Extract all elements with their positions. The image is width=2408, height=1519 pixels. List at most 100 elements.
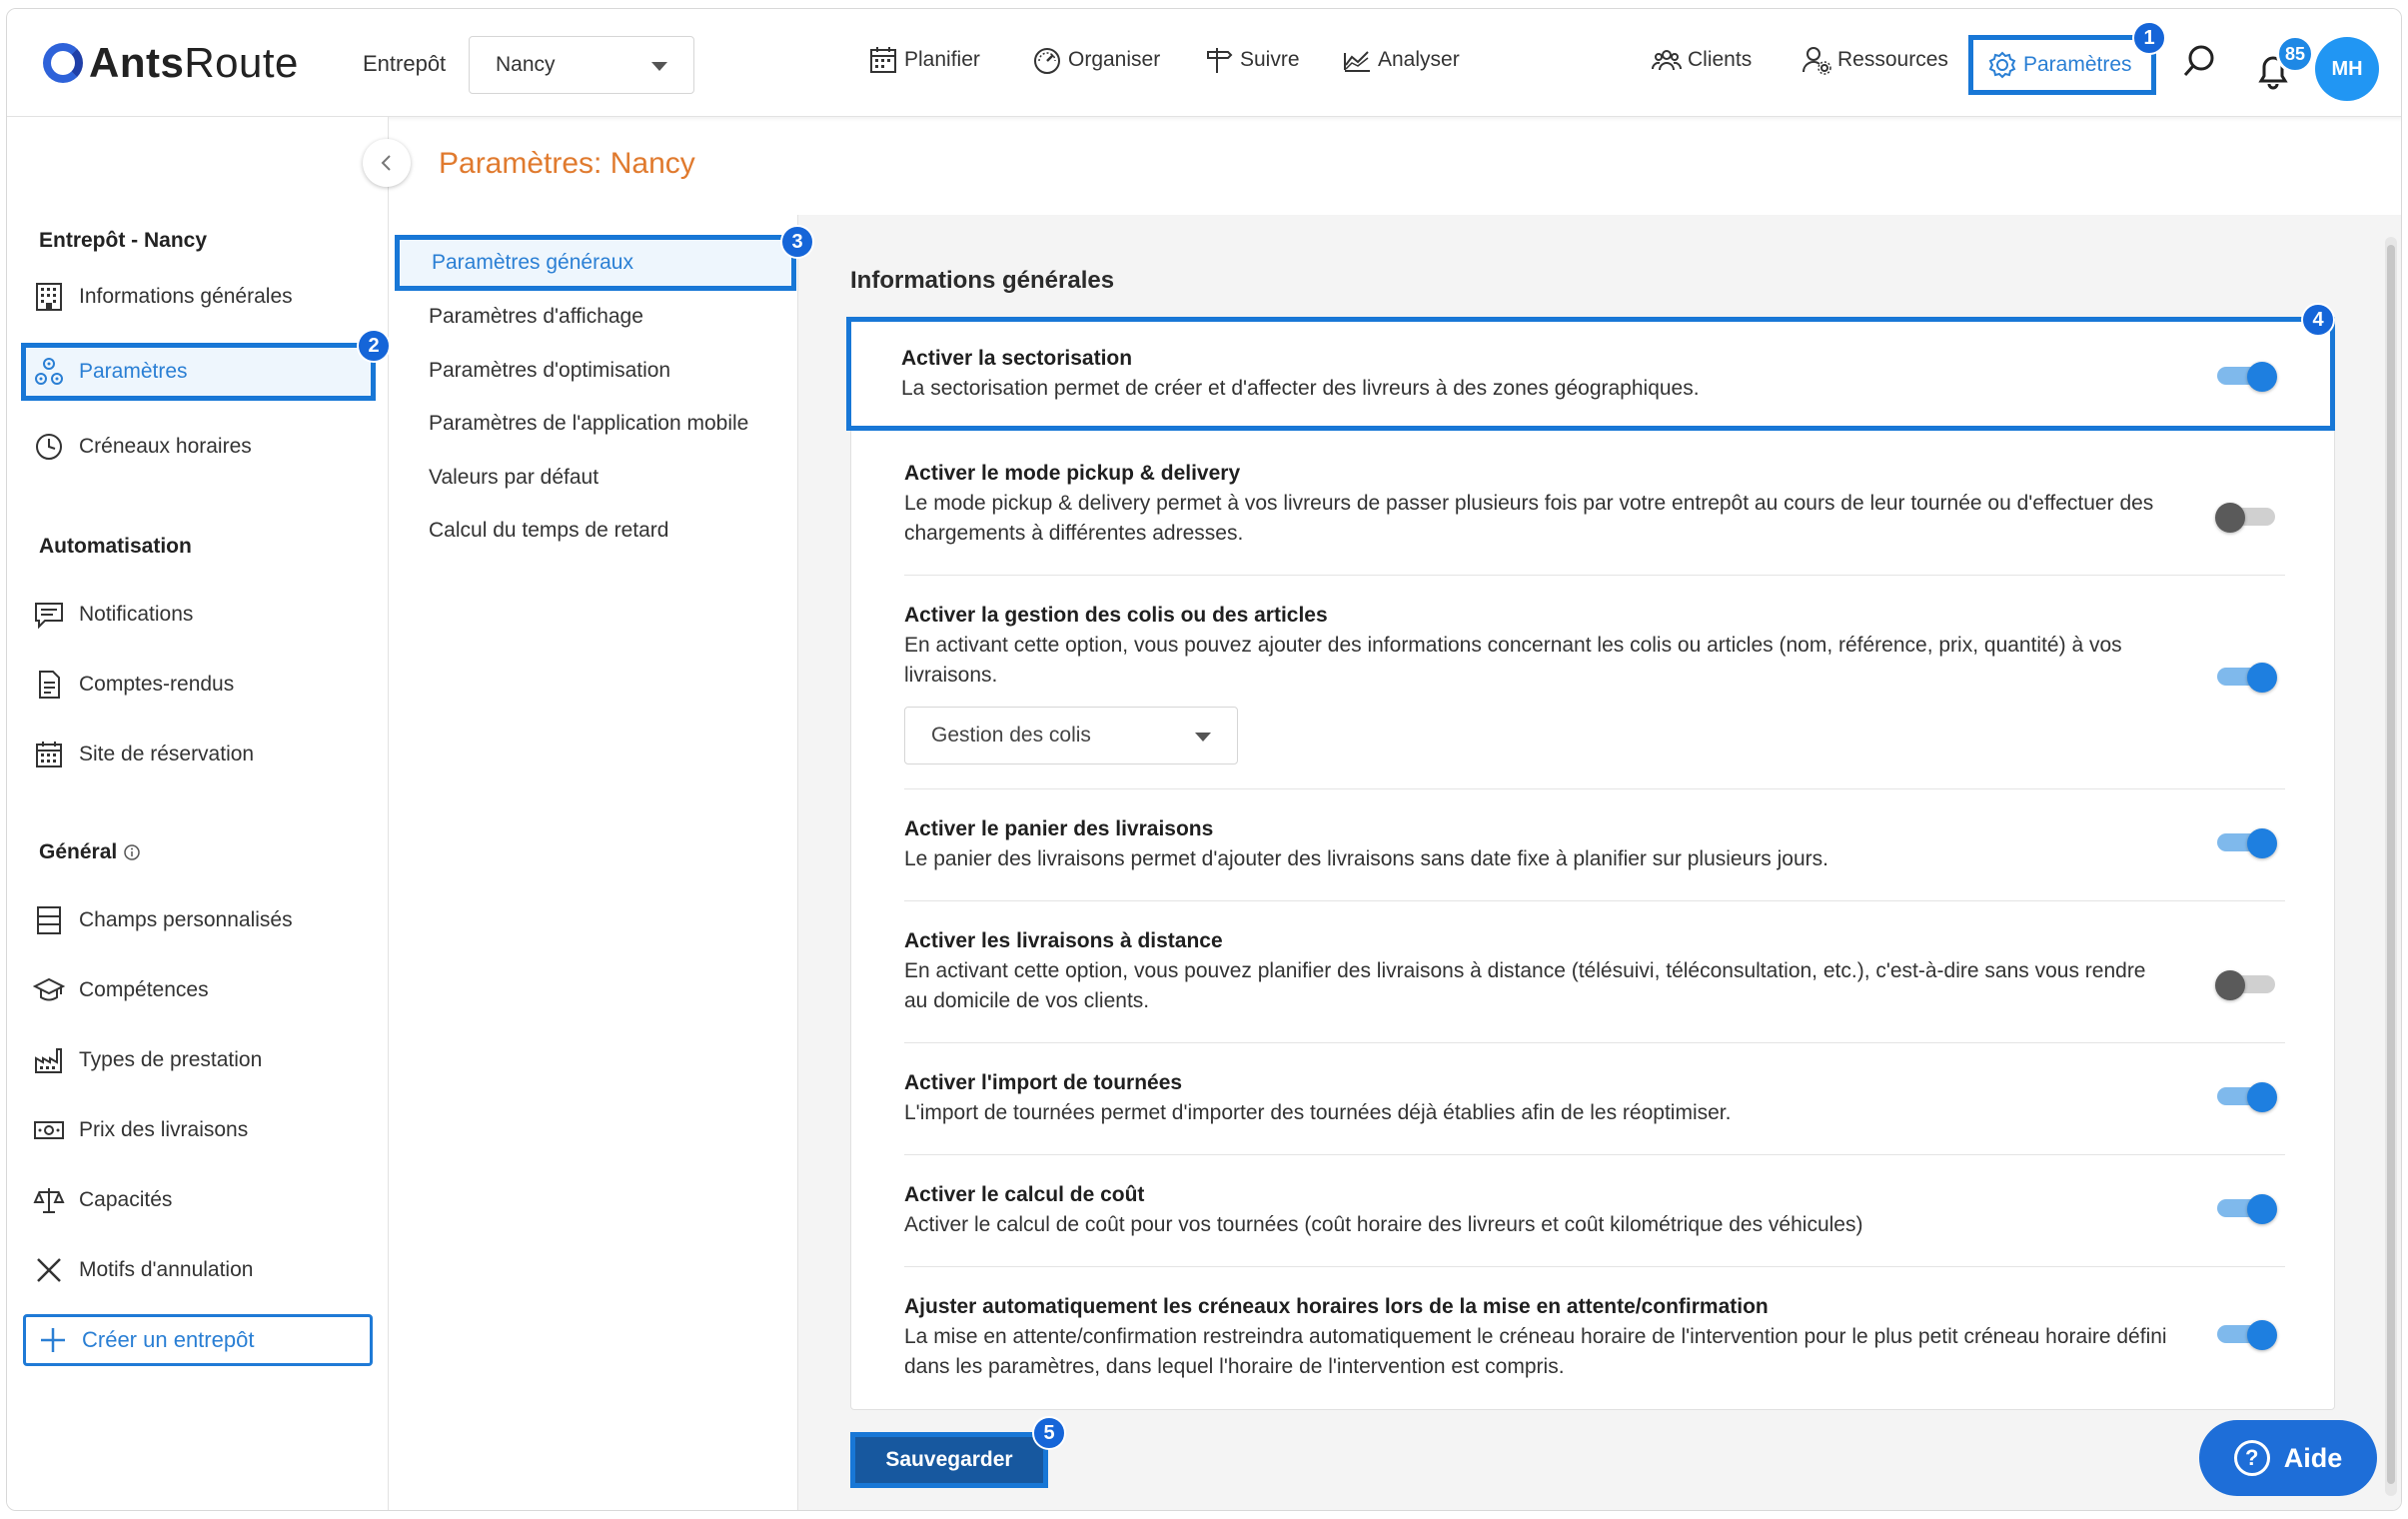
setting-title: Activer les livraisons à distance <box>904 929 1223 952</box>
warehouse-select[interactable]: Nancy <box>469 36 694 94</box>
nav-ressources-label: Ressources <box>1837 48 1948 71</box>
setting-row: Activer les livraisons à distance En act… <box>904 926 2285 1016</box>
settings-menu-item-defaut[interactable]: Valeurs par défaut <box>429 466 599 490</box>
colis-mode-select[interactable]: Gestion des colis <box>904 707 1238 764</box>
nav-organiser[interactable]: Organiser <box>1032 45 1160 75</box>
step-marker-1: 1 <box>2132 21 2166 55</box>
sidebar-item-champs[interactable]: Champs personnalisés <box>33 900 293 940</box>
chevron-down-icon <box>651 62 667 71</box>
create-warehouse-button[interactable]: Créer un entrepôt <box>23 1314 373 1366</box>
row-divider <box>904 1266 2285 1267</box>
cogs-icon <box>35 358 63 385</box>
nav-analyser[interactable]: Analyser <box>1342 45 1460 75</box>
setting-title: Activer la gestion des colis ou des arti… <box>904 604 1328 627</box>
sidebar-item-label: Créneaux horaires <box>79 435 252 458</box>
sidebar-item-label: Informations générales <box>79 285 293 308</box>
setting-description: Le mode pickup & delivery permet à vos l… <box>904 492 2154 545</box>
calendar-icon <box>36 742 62 767</box>
chevron-down-icon <box>1195 733 1211 742</box>
user-gear-icon <box>1803 47 1831 75</box>
page-title: Paramètres: Nancy <box>439 147 695 180</box>
app-logo[interactable]: AntsRoute <box>43 39 299 87</box>
step-marker-5: 5 <box>1032 1416 1066 1450</box>
banknote-icon <box>34 1121 64 1139</box>
sidebar-item-capacites[interactable]: Capacités <box>33 1180 172 1220</box>
setting-toggle-distance[interactable] <box>2215 970 2275 1000</box>
notification-badge: 85 <box>2276 35 2314 73</box>
help-button[interactable]: ? Aide <box>2199 1420 2377 1496</box>
settings-menu-item-affichage[interactable]: Paramètres d'affichage <box>429 305 643 329</box>
top-bar: AntsRoute Entrepôt Nancy Planifier Organ… <box>7 9 2401 117</box>
setting-toggle-colis[interactable] <box>2217 663 2277 693</box>
sidebar-group-title: Entrepôt - Nancy <box>39 229 208 252</box>
settings-content: Informations générales Activer la sector… <box>798 215 2401 1510</box>
settings-menu-item-optimisation[interactable]: Paramètres d'optimisation <box>429 359 670 383</box>
nav-suivre[interactable]: Suivre <box>1204 45 1300 75</box>
setting-toggle-creneaux[interactable] <box>2217 1320 2277 1350</box>
warehouse-label: Entrepôt <box>363 51 447 76</box>
setting-description: Le panier des livraisons permet d'ajoute… <box>904 847 1828 870</box>
setting-row: Activer la sectorisation La sectorisatio… <box>901 344 2170 404</box>
sidebar-item-creneaux[interactable]: Créneaux horaires <box>33 427 252 467</box>
nav-analyser-label: Analyser <box>1378 48 1460 71</box>
setting-toggle-sectorisation[interactable] <box>2217 362 2277 392</box>
sidebar-item-types[interactable]: Types de prestation <box>33 1040 262 1080</box>
sidebar-item-competences[interactable]: Compétences <box>33 970 209 1010</box>
row-divider <box>904 900 2285 901</box>
sidebar-item-motifs[interactable]: Motifs d'annulation <box>33 1250 253 1290</box>
setting-toggle-pickup[interactable] <box>2215 503 2275 533</box>
setting-toggle-cout[interactable] <box>2217 1194 2277 1224</box>
settings-menu-item-retard[interactable]: Calcul du temps de retard <box>429 519 668 543</box>
chart-icon <box>1344 51 1370 72</box>
nav-clients[interactable]: Clients <box>1652 45 1752 75</box>
setting-row: Activer le calcul de coût Activer le cal… <box>904 1180 2285 1240</box>
logo-light: Route <box>184 39 299 86</box>
sidebar-item-label: Compétences <box>79 978 209 1001</box>
settings-menu-item-generaux[interactable]: Paramètres généraux <box>395 235 796 291</box>
chevron-left-icon <box>381 155 391 171</box>
sidebar-item-notifications[interactable]: Notifications <box>33 595 193 635</box>
sidebar-item-label: Types de prestation <box>79 1048 263 1071</box>
collapse-sidebar-button[interactable] <box>363 139 411 187</box>
setting-title: Activer le mode pickup & delivery <box>904 462 1241 485</box>
sidebar-item-label: Site de réservation <box>79 743 255 765</box>
scrollbar-thumb[interactable] <box>2387 245 2395 1484</box>
info-icon[interactable] <box>123 843 141 861</box>
setting-toggle-panier[interactable] <box>2217 828 2277 858</box>
row-divider <box>904 575 2285 576</box>
sidebar-item-prix[interactable]: Prix des livraisons <box>33 1110 248 1150</box>
sidebar-item-label: Prix des livraisons <box>79 1118 249 1141</box>
create-warehouse-label: Créer un entrepôt <box>82 1327 255 1352</box>
gauge-icon <box>1034 48 1060 74</box>
gear-icon <box>1988 51 2016 79</box>
document-icon <box>39 671 60 699</box>
settings-menu-item-mobile[interactable]: Paramètres de l'application mobile <box>429 412 748 436</box>
sidebar-item-reservation[interactable]: Site de réservation <box>33 735 254 774</box>
avatar[interactable]: MH <box>2315 37 2379 101</box>
nav-ressources[interactable]: Ressources <box>1802 45 1948 75</box>
setting-description: L'import de tournées permet d'importer d… <box>904 1101 1732 1124</box>
setting-row-highlight: Activer la sectorisation La sectorisatio… <box>846 317 2335 431</box>
fields-icon <box>37 906 61 934</box>
sidebar-item-label: Motifs d'annulation <box>79 1258 254 1281</box>
nav-clients-label: Clients <box>1688 48 1753 71</box>
sidebar-item-comptes-rendus[interactable]: Comptes-rendus <box>33 665 234 705</box>
save-button[interactable]: Sauvegarder <box>850 1432 1048 1488</box>
sidebar-item-informations[interactable]: Informations générales <box>33 277 293 317</box>
nav-parametres[interactable]: Paramètres <box>1968 35 2156 95</box>
app-window: AntsRoute Entrepôt Nancy Planifier Organ… <box>6 8 2402 1511</box>
content-scrollbar[interactable] <box>2385 237 2397 1496</box>
section-title: Informations générales <box>850 267 1115 294</box>
setting-row: Activer l'import de tournées L'import de… <box>904 1068 2285 1128</box>
warehouse-select-value: Nancy <box>496 53 556 76</box>
setting-toggle-import[interactable] <box>2217 1082 2277 1112</box>
setting-title: Activer le calcul de coût <box>904 1183 1145 1206</box>
sidebar-item-parametres[interactable]: Paramètres <box>33 352 188 392</box>
nav-parametres-label: Paramètres <box>2023 53 2132 76</box>
nav-suivre-label: Suivre <box>1240 48 1300 71</box>
calendar-icon <box>870 47 896 73</box>
nav-planifier-label: Planifier <box>904 48 980 71</box>
help-icon: ? <box>2233 1440 2270 1476</box>
nav-planifier[interactable]: Planifier <box>868 45 980 75</box>
search-icon[interactable] <box>2177 39 2221 83</box>
